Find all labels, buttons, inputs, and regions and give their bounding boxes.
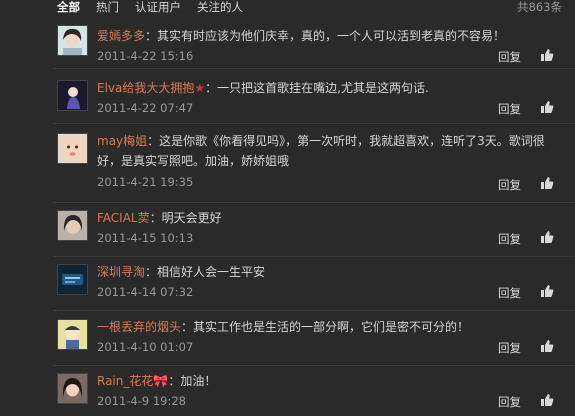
reply-button[interactable]: 回复 xyxy=(498,285,521,301)
dark-blue-logo-icon xyxy=(58,265,87,294)
thumbs-up-icon[interactable] xyxy=(540,176,554,190)
tab-hot[interactable]: 热门 xyxy=(96,0,119,14)
comment-total: 共863条 xyxy=(517,0,562,14)
reply-button[interactable]: 回复 xyxy=(498,177,521,193)
comment-list: 爱嫣多多：其实有时应该为他们庆幸，真的，一个人可以活到老真的不容易！ 2011-… xyxy=(0,14,575,416)
avatar[interactable] xyxy=(57,133,88,164)
bow-badge-icon: 🎀 xyxy=(153,374,169,388)
thumbs-up-icon[interactable] xyxy=(540,230,554,244)
comment-item: 深圳寻淘：相信好人会一生平安 2011-4-14 07:32 回复 xyxy=(0,257,575,311)
comment-time: 2011-4-14 07:32 xyxy=(97,285,194,299)
comment-item: may梅姐：这是你歌《你看得见吗》，第一次听时，我就超喜欢，连听了3天。歌词很好… xyxy=(0,124,575,203)
comment-author[interactable]: 一根丢弃的烟头 xyxy=(97,320,181,334)
avatar[interactable] xyxy=(57,25,88,56)
baby-face-icon xyxy=(58,134,87,163)
comment-author[interactable]: FACIAL荬 xyxy=(97,211,150,225)
comment-time: 2011-4-22 15:16 xyxy=(97,49,194,63)
tab-following[interactable]: 关注的人 xyxy=(197,0,243,14)
tab-bar: 全部 热门 认证用户 关注的人 xyxy=(0,0,575,14)
reply-button[interactable]: 回复 xyxy=(498,340,521,356)
comment-item: Rain_花花🎀：加油！ 2011-4-9 19:28 回复 xyxy=(0,366,575,416)
comment-author[interactable]: may梅姐 xyxy=(97,134,147,148)
comment-author[interactable]: 爱嫣多多 xyxy=(97,29,145,43)
comment-content: ：其实工作也是生活的一部分啊，它们是密不可分的！ xyxy=(181,320,470,334)
comment-time: 2011-4-15 10:13 xyxy=(97,231,194,245)
comment-content: ：其实有时应该为他们庆幸，真的，一个人可以活到老真的不容易！ xyxy=(145,29,506,43)
comment-content: ：相信好人会一生平安 xyxy=(145,265,266,279)
comment-body: may梅姐：这是你歌《你看得见吗》，第一次听时，我就超喜欢，连听了3天。歌词很好… xyxy=(97,131,553,171)
thumbs-up-icon[interactable] xyxy=(540,284,554,298)
girl-portrait-icon xyxy=(58,26,87,55)
girl-portrait-2-icon xyxy=(58,374,87,403)
comment-body: Rain_花花🎀：加油！ xyxy=(97,371,553,391)
comment-body: 爱嫣多多：其实有时应该为他们庆幸，真的，一个人可以活到老真的不容易！ xyxy=(97,26,553,46)
comment-body: FACIAL荬：明天会更好 xyxy=(97,208,553,228)
thumbs-up-icon[interactable] xyxy=(540,100,554,114)
comment-time: 2011-4-9 19:28 xyxy=(97,394,186,408)
comment-content: ：加油！ xyxy=(168,374,217,388)
avatar[interactable] xyxy=(57,210,88,241)
comment-item: 一根丢弃的烟头：其实工作也是生活的一部分啊，它们是密不可分的！ 2011-4-1… xyxy=(0,311,575,366)
thumbs-up-icon[interactable] xyxy=(540,393,554,407)
reply-button[interactable]: 回复 xyxy=(498,49,521,65)
reply-button[interactable]: 回复 xyxy=(498,394,521,410)
anime-figure-icon xyxy=(58,81,87,110)
woman-portrait-icon xyxy=(58,211,87,240)
reply-button[interactable]: 回复 xyxy=(498,101,521,117)
comment-time: 2011-4-21 19:35 xyxy=(97,175,194,189)
comment-item: Elva给我大大拥抱★：一只把这首歌挂在嘴边,尤其是这两句话. 2011-4-2… xyxy=(0,69,575,124)
comment-author[interactable]: 深圳寻淘 xyxy=(97,265,145,279)
cartoon-character-icon xyxy=(58,320,87,349)
comment-item: 爱嫣多多：其实有时应该为他们庆幸，真的，一个人可以活到老真的不容易！ 2011-… xyxy=(0,14,575,69)
thumbs-up-icon[interactable] xyxy=(540,339,554,353)
star-badge-icon: ★ xyxy=(194,81,206,95)
comment-author[interactable]: Rain_花花 xyxy=(97,374,153,388)
tab-verified-users[interactable]: 认证用户 xyxy=(135,0,181,14)
comment-author[interactable]: Elva给我大大拥抱 xyxy=(97,81,194,95)
comment-time: 2011-4-22 07:47 xyxy=(97,101,194,115)
comment-content: ：一只把这首歌挂在嘴边,尤其是这两句话. xyxy=(205,81,429,95)
thumbs-up-icon[interactable] xyxy=(540,48,554,62)
avatar[interactable] xyxy=(57,264,88,295)
comment-time: 2011-4-10 01:07 xyxy=(97,340,194,354)
comment-item: FACIAL荬：明天会更好 2011-4-15 10:13 回复 xyxy=(0,203,575,257)
avatar[interactable] xyxy=(57,373,88,404)
avatar[interactable] xyxy=(57,319,88,350)
comment-body: Elva给我大大拥抱★：一只把这首歌挂在嘴边,尤其是这两句话. xyxy=(97,78,553,98)
comment-content: ：明天会更好 xyxy=(149,211,222,225)
avatar[interactable] xyxy=(57,80,88,111)
tab-all[interactable]: 全部 xyxy=(57,0,80,14)
comment-body: 一根丢弃的烟头：其实工作也是生活的一部分啊，它们是密不可分的！ xyxy=(97,317,553,337)
comment-body: 深圳寻淘：相信好人会一生平安 xyxy=(97,262,553,282)
comment-content: ：这是你歌《你看得见吗》，第一次听时，我就超喜欢，连听了3天。歌词很好，是真实写… xyxy=(97,134,545,168)
reply-button[interactable]: 回复 xyxy=(498,231,521,247)
